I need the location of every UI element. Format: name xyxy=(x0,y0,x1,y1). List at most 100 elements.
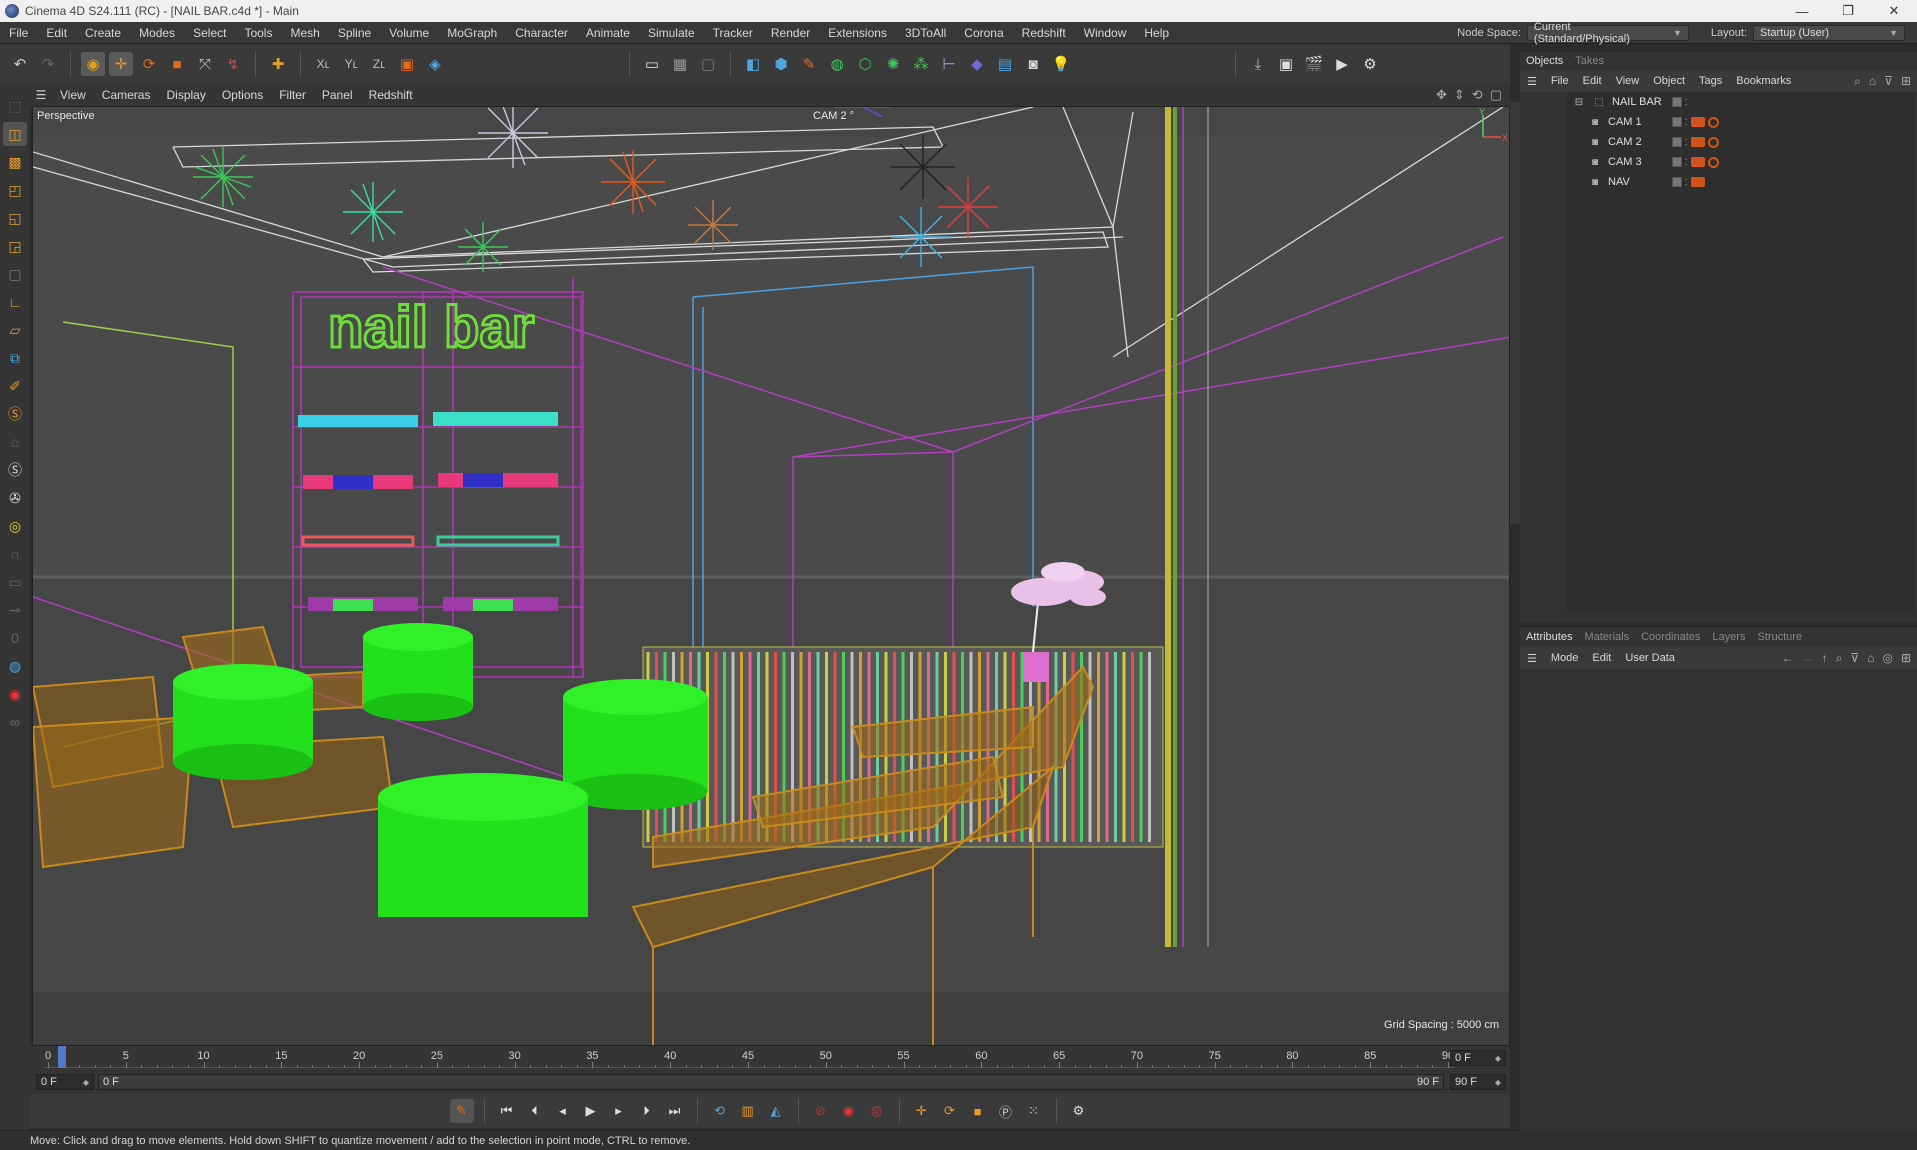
make-editable-icon[interactable]: ⬚ xyxy=(3,94,27,118)
render-plugin-icon[interactable]: ◉ xyxy=(3,682,27,706)
extrude-icon[interactable]: ⬡ xyxy=(853,52,877,76)
x-axis-lock-icon[interactable]: Xʟ xyxy=(311,52,335,76)
objects-menu-object[interactable]: Object xyxy=(1646,75,1692,87)
go-to-end-icon[interactable]: ⏭ xyxy=(663,1099,687,1123)
coordinate-system-icon[interactable]: ▣ xyxy=(395,52,419,76)
tab-materials[interactable]: Materials xyxy=(1578,631,1635,643)
hamburger-menu-icon[interactable]: ☰ xyxy=(30,88,52,102)
menu-animate[interactable]: Animate xyxy=(577,26,639,40)
lock-icon[interactable]: ⌂ xyxy=(1867,651,1874,666)
forward-arrow-icon[interactable]: → xyxy=(1802,651,1814,666)
search-icon[interactable]: ⌕ xyxy=(1854,74,1861,89)
timeline-ruler[interactable]: 0 5 10 15 20 25 30 35 40 45 50 55 60 65 70 75 80 85 90 xyxy=(44,1046,1454,1068)
texture-mode-icon[interactable]: ▩ xyxy=(3,150,27,174)
orbit-icon[interactable]: ⟲ xyxy=(1472,87,1483,103)
editor-visibility-toggle[interactable] xyxy=(1672,117,1682,127)
attributes-menu-mode[interactable]: Mode xyxy=(1544,652,1586,664)
model-mode-icon[interactable]: ◫ xyxy=(3,122,27,146)
back-arrow-icon[interactable]: ← xyxy=(1782,651,1794,666)
y-axis-lock-icon[interactable]: Yʟ xyxy=(339,52,363,76)
live-selection-icon[interactable]: ◉ xyxy=(81,52,105,76)
tab-structure[interactable]: Structure xyxy=(1751,631,1808,643)
start-frame-field[interactable]: 0 F ◆ xyxy=(36,1074,94,1090)
menu-window[interactable]: Window xyxy=(1075,26,1136,40)
frame-range-slider[interactable]: 0 F 90 F xyxy=(98,1074,1444,1090)
objects-menu-view[interactable]: View xyxy=(1609,75,1647,87)
next-key-icon[interactable]: ⏵ xyxy=(635,1099,659,1123)
visibility-dots-icon[interactable]: ⁚ xyxy=(1685,178,1688,187)
cube-primitive-icon[interactable]: ◧ xyxy=(741,52,765,76)
viewport-menu-display[interactable]: Display xyxy=(158,88,213,102)
wrench-icon[interactable]: ✇ xyxy=(3,486,27,510)
menu-spline[interactable]: Spline xyxy=(329,26,380,40)
snapping-icon[interactable]: ⧉ xyxy=(3,346,27,370)
render-film-icon[interactable]: 🎬 xyxy=(1302,52,1326,76)
close-button[interactable]: ✕ xyxy=(1871,0,1917,22)
magnet-icon[interactable]: ∩ xyxy=(3,542,27,566)
light-icon[interactable]: 💡 xyxy=(1049,52,1073,76)
mograph-effector-icon[interactable]: ⁂ xyxy=(909,52,933,76)
spiral-tool-icon[interactable]: Ⓢ xyxy=(3,458,27,482)
object-row-cam-3[interactable]: ◙ CAM 3 ⁚ xyxy=(1572,152,1915,172)
viewport-menu-options[interactable]: Options xyxy=(214,88,271,102)
previous-frame-icon[interactable]: ◂ xyxy=(551,1099,575,1123)
link-icon[interactable]: ∞ xyxy=(3,710,27,734)
visibility-dots-icon[interactable]: ⁚ xyxy=(1685,98,1688,107)
viewport-menu-view[interactable]: View xyxy=(52,88,94,102)
field-icon[interactable]: ◆ xyxy=(965,52,989,76)
editor-visibility-toggle[interactable] xyxy=(1672,177,1682,187)
go-to-start-icon[interactable]: ⏮ xyxy=(495,1099,519,1123)
playhead[interactable] xyxy=(58,1046,66,1068)
render-settings-small-icon[interactable]: ▢ xyxy=(696,52,720,76)
move-tool-icon[interactable]: ✛ xyxy=(109,52,133,76)
visibility-dots-icon[interactable]: ⁚ xyxy=(1685,158,1688,167)
pan-icon[interactable]: ✥ xyxy=(1436,87,1447,103)
visibility-dots-icon[interactable]: ⁚ xyxy=(1685,118,1688,127)
menu-file[interactable]: File xyxy=(0,26,37,40)
camera-tag-icon[interactable] xyxy=(1690,117,1705,127)
viewport-menu-filter[interactable]: Filter xyxy=(271,88,314,102)
minimize-button[interactable]: — xyxy=(1779,0,1825,22)
redo-icon[interactable]: ↷ xyxy=(36,52,60,76)
new-window-icon[interactable]: ⊞ xyxy=(1901,651,1911,666)
subdivision-icon[interactable]: ◍ xyxy=(825,52,849,76)
fcurve-icon[interactable]: ▥ xyxy=(736,1099,760,1123)
camera-icon[interactable]: ◙ xyxy=(1021,52,1045,76)
record-keys-icon[interactable]: ✎ xyxy=(449,1099,474,1123)
object-row-nav[interactable]: ◙ NAV ⁚ xyxy=(1572,172,1915,192)
menu-select[interactable]: Select xyxy=(184,26,235,40)
maximize-view-icon[interactable]: ▢ xyxy=(1490,87,1502,103)
objects-menu-file[interactable]: File xyxy=(1544,75,1576,87)
render-to-picture-viewer-icon[interactable]: ▶ xyxy=(1330,52,1354,76)
menu-redshift[interactable]: Redshift xyxy=(1013,26,1075,40)
protection-tag-icon[interactable] xyxy=(1707,116,1719,128)
menu-corona[interactable]: Corona xyxy=(955,26,1012,40)
points-mode-icon[interactable]: ◰ xyxy=(3,178,27,202)
object-row-cam-2[interactable]: ◙ CAM 2 ⁚ xyxy=(1572,132,1915,152)
loop-icon[interactable]: ⟲ xyxy=(708,1099,732,1123)
ruler-icon[interactable]: ▭ xyxy=(3,570,27,594)
autokey-icon[interactable]: ◎ xyxy=(865,1099,889,1123)
search-icon[interactable]: ⌕ xyxy=(1836,651,1843,666)
picture-viewer-icon[interactable]: ▣ xyxy=(1274,52,1298,76)
workplane-icon[interactable]: ▱ xyxy=(3,318,27,342)
next-frame-icon[interactable]: ▸ xyxy=(607,1099,631,1123)
edges-mode-icon[interactable]: ◱ xyxy=(3,206,27,230)
cube-object-icon[interactable]: ⬢ xyxy=(769,52,793,76)
undo-icon[interactable]: ↶ xyxy=(8,52,32,76)
hamburger-menu-icon[interactable]: ☰ xyxy=(1520,652,1544,665)
snap-settings-icon[interactable]: ◈ xyxy=(423,52,447,76)
measure-icon[interactable]: ⊸ xyxy=(3,598,27,622)
camera-tag-icon[interactable] xyxy=(1690,157,1705,167)
cloner-icon[interactable]: ✺ xyxy=(881,52,905,76)
tab-layers[interactable]: Layers xyxy=(1706,631,1751,643)
maximize-button[interactable]: ❐ xyxy=(1825,0,1871,22)
object-row-nail-bar[interactable]: ⊟ ⬚ NAIL BAR ⁚ xyxy=(1572,92,1915,112)
viewport-menu-cameras[interactable]: Cameras xyxy=(94,88,159,102)
key-position-icon[interactable]: ✛ xyxy=(910,1099,934,1123)
collapse-icon[interactable]: ⊟ xyxy=(1572,96,1586,108)
viewport-menu-panel[interactable]: Panel xyxy=(314,88,361,102)
current-frame-field[interactable]: 0 F ◆ xyxy=(1450,1050,1506,1066)
motion-system-icon[interactable]: ◭ xyxy=(764,1099,788,1123)
plugin-icon[interactable]: ◎ xyxy=(3,514,27,538)
